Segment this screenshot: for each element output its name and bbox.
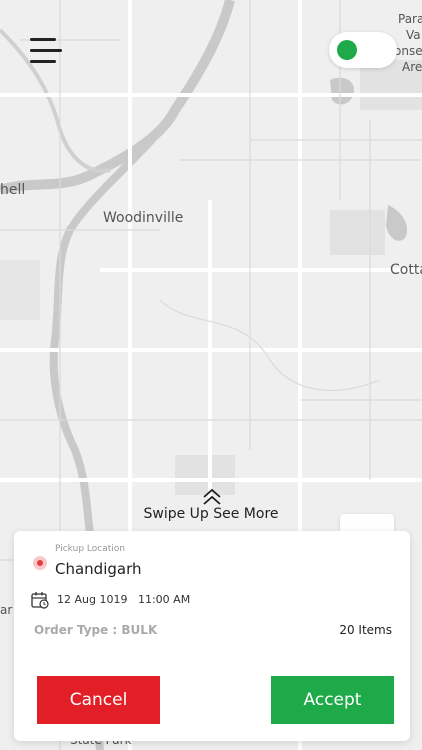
map-label-are: Are (402, 60, 422, 74)
pickup-value: Chandigarh (55, 560, 142, 578)
online-toggle[interactable] (329, 32, 397, 68)
hamburger-line (30, 49, 62, 52)
pickup-date: 12 Aug 1019 (57, 593, 128, 606)
cancel-button[interactable]: Cancel (37, 676, 160, 724)
menu-button[interactable] (30, 38, 62, 64)
toggle-knob (337, 40, 357, 60)
pickup-label: Pickup Location (55, 544, 125, 554)
order-card: Pickup Location Chandigarh 12 Aug 1019 1… (14, 531, 410, 741)
map-label-onse: onse (394, 44, 422, 58)
accept-button[interactable]: Accept (271, 676, 394, 724)
hamburger-menu-icon (30, 38, 56, 41)
location-pin-icon (33, 556, 47, 570)
map-label-cotta: Cotta (390, 262, 422, 278)
map-label-para: Para (398, 12, 422, 26)
map-label-ar: ar (0, 603, 13, 617)
pickup-time: 11:00 AM (137, 593, 191, 606)
map-label-va: Va (406, 28, 421, 42)
items-count: 20 Items (339, 623, 392, 637)
hamburger-line (30, 60, 56, 63)
pickup-datetime: 12 Aug 1019 11:00 AM (57, 593, 190, 606)
map-label-woodinville: Woodinville (103, 210, 184, 226)
chevron-up-double-icon (203, 488, 221, 505)
order-type: Order Type : BULK (34, 623, 158, 637)
calendar-clock-icon (31, 592, 49, 609)
map-label-hell: hell (0, 182, 26, 198)
